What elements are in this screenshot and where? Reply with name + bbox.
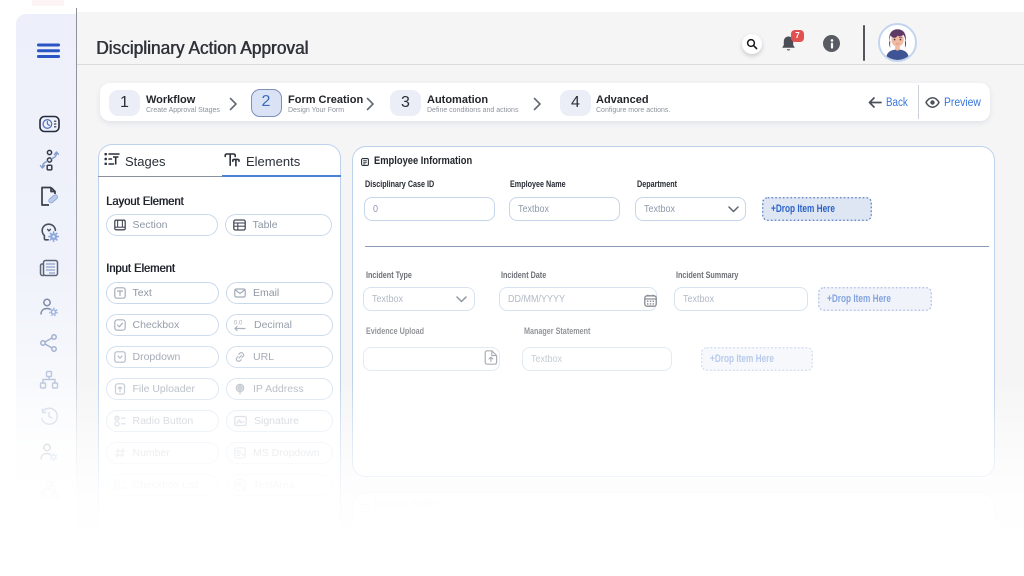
- svg-text:0.0: 0.0: [234, 321, 243, 327]
